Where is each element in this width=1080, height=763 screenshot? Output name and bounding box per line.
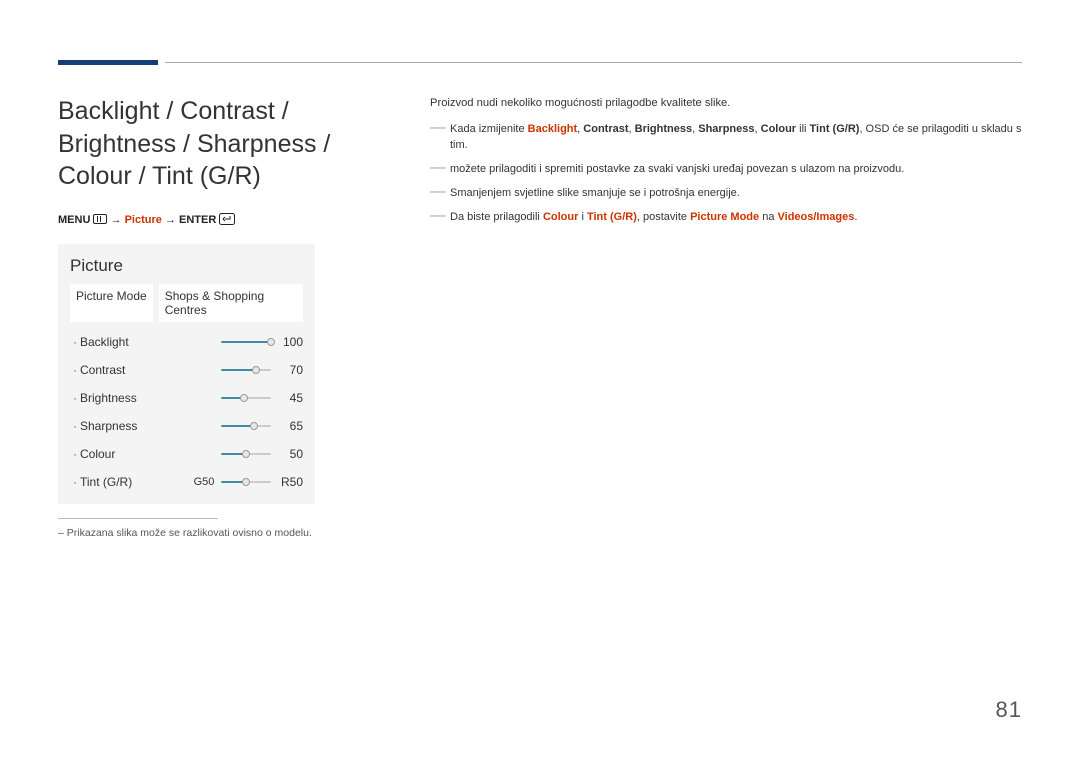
slider-label: Contrast bbox=[80, 363, 191, 377]
slider-label: Sharpness bbox=[80, 419, 191, 433]
note4-tint: Tint (G/R) bbox=[587, 211, 637, 223]
slider-row: ·Contrast 70 bbox=[70, 356, 303, 384]
bullet-icon: · bbox=[70, 419, 80, 433]
breadcrumb-enter: ENTER bbox=[179, 214, 216, 226]
note4-c: , postavite bbox=[637, 211, 690, 223]
enter-icon bbox=[219, 213, 235, 225]
picture-menu-panel: Picture Picture Mode Shops & Shopping Ce… bbox=[58, 244, 315, 504]
note4-pm: Picture Mode bbox=[690, 211, 759, 223]
note4-b: i bbox=[578, 211, 587, 223]
picture-mode-value: Shops & Shopping Centres bbox=[159, 284, 303, 322]
page-heading: Backlight / Contrast / Brightness / Shar… bbox=[58, 95, 393, 193]
slider-value: R50 bbox=[275, 475, 303, 489]
slider-row: ·Tint (G/R)G50 R50 bbox=[70, 468, 303, 496]
slider-value: 70 bbox=[275, 363, 303, 377]
note1-kw2: Brightness bbox=[635, 123, 692, 135]
note1-kw1: Contrast bbox=[583, 123, 628, 135]
dash-icon: ― bbox=[430, 122, 444, 154]
note2-text: možete prilagoditi i spremiti postavke z… bbox=[450, 162, 1025, 178]
note1-kw0: Backlight bbox=[528, 123, 578, 135]
note3-text: Smanjenjem svjetline slike smanjuje se i… bbox=[450, 186, 1025, 202]
slider-row: ·Brightness 45 bbox=[70, 384, 303, 412]
picture-mode-label: Picture Mode bbox=[70, 284, 153, 322]
slider-label: Brightness bbox=[80, 391, 191, 405]
slider-value: 45 bbox=[275, 391, 303, 405]
breadcrumb-picture: Picture bbox=[125, 214, 162, 226]
note-1: ― Kada izmijenite Backlight, Contrast, B… bbox=[430, 122, 1025, 154]
slider-pre: G50 bbox=[191, 476, 217, 488]
slider-value: 50 bbox=[275, 447, 303, 461]
slider-value: 100 bbox=[275, 335, 303, 349]
bullet-icon: · bbox=[70, 335, 80, 349]
note4-colour: Colour bbox=[543, 211, 578, 223]
breadcrumb: MENU → Picture → ENTER bbox=[58, 213, 393, 226]
slider-track bbox=[221, 477, 271, 487]
bullet-icon: · bbox=[70, 447, 80, 461]
slider-label: Tint (G/R) bbox=[80, 475, 191, 489]
note1-kw4: Colour bbox=[761, 123, 796, 135]
breadcrumb-menu: MENU bbox=[58, 214, 90, 226]
slider-label: Colour bbox=[80, 447, 191, 461]
note-3: ― Smanjenjem svjetline slike smanjuje se… bbox=[430, 186, 1025, 202]
slider-track bbox=[221, 449, 271, 459]
slider-track bbox=[221, 393, 271, 403]
dash-icon: ― bbox=[430, 210, 444, 226]
note1-a: Kada izmijenite bbox=[450, 123, 528, 135]
arrow-icon: → bbox=[165, 214, 176, 226]
page-number: 81 bbox=[996, 697, 1022, 723]
footnote-text: Prikazana slika može se razlikovati ovis… bbox=[67, 527, 312, 539]
intro-text: Proizvod nudi nekoliko mogućnosti prilag… bbox=[430, 95, 1025, 112]
note4-e: . bbox=[854, 211, 857, 223]
menu-icon bbox=[93, 214, 107, 224]
bullet-icon: · bbox=[70, 475, 80, 489]
dash-icon: ― bbox=[430, 162, 444, 178]
slider-track bbox=[221, 365, 271, 375]
picture-mode-row: Picture Mode Shops & Shopping Centres bbox=[70, 284, 303, 322]
slider-row: ·Backlight 100 bbox=[70, 328, 303, 356]
slider-row: ·Sharpness 65 bbox=[70, 412, 303, 440]
slider-row: ·Colour 50 bbox=[70, 440, 303, 468]
slider-track bbox=[221, 337, 271, 347]
slider-value: 65 bbox=[275, 419, 303, 433]
bullet-icon: · bbox=[70, 363, 80, 377]
note4-vi: Videos/Images bbox=[778, 211, 855, 223]
note4-d: na bbox=[759, 211, 777, 223]
slider-track bbox=[221, 421, 271, 431]
note4-a: Da biste prilagodili bbox=[450, 211, 543, 223]
note1-kw5: Tint (G/R) bbox=[810, 123, 860, 135]
footnote: – Prikazana slika može se razlikovati ov… bbox=[58, 527, 393, 539]
panel-title: Picture bbox=[70, 256, 303, 276]
dash-icon: ― bbox=[430, 186, 444, 202]
arrow-icon: → bbox=[111, 214, 122, 226]
note1-b: ili bbox=[796, 123, 809, 135]
note1-kw3: Sharpness bbox=[698, 123, 754, 135]
note-2: ― možete prilagoditi i spremiti postavke… bbox=[430, 162, 1025, 178]
note-4: ― Da biste prilagodili Colour i Tint (G/… bbox=[430, 210, 1025, 226]
header-rule bbox=[165, 62, 1022, 63]
header-accent bbox=[58, 60, 158, 65]
footnote-rule bbox=[58, 518, 218, 519]
slider-label: Backlight bbox=[80, 335, 191, 349]
bullet-icon: · bbox=[70, 391, 80, 405]
